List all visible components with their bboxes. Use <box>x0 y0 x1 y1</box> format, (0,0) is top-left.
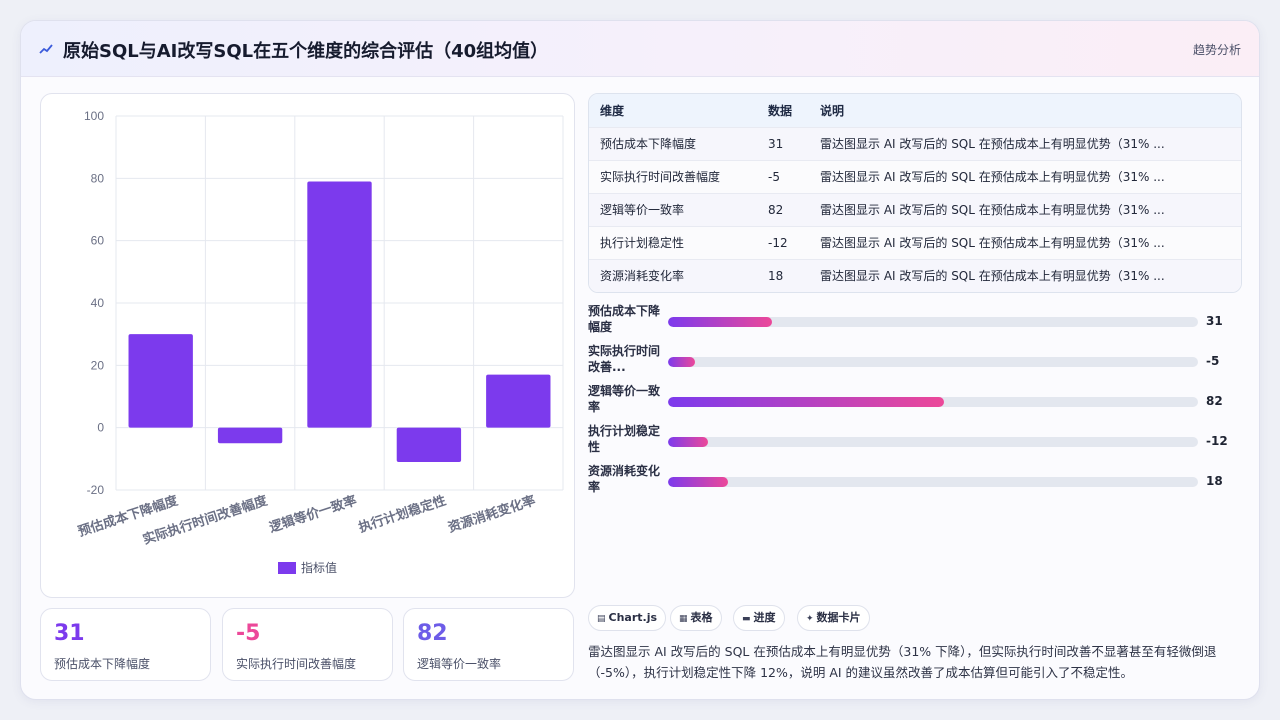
bar-chart-panel: 100 80 60 40 20 0 -20 预估成本下降幅度 实际执行时间改善幅度 逻辑等价一致率… <box>40 93 575 598</box>
progress-value: 31 <box>1206 314 1223 328</box>
table-cell: 18 <box>757 258 809 292</box>
header-bar: 原始SQL与AI改写SQL在五个维度的综合评估（40组均值） 趋势分析 <box>21 21 1259 77</box>
y-tick-label: 20 <box>91 358 105 372</box>
table-cell: -5 <box>757 159 809 193</box>
progress-value: -12 <box>1206 434 1228 448</box>
table-cell: 雷达图显示 AI 改写后的 SQL 在预估成本上有明显优势（31% ... <box>809 192 1241 226</box>
progress-icon: ▬ <box>742 614 751 624</box>
y-tick-label: 80 <box>91 171 105 185</box>
table-row: 实际执行时间改善幅度 -5 雷达图显示 AI 改写后的 SQL 在预估成本上有明… <box>589 159 1241 193</box>
progress-fill <box>668 477 729 487</box>
chip-label: 进度 <box>753 611 776 624</box>
legend-swatch <box>278 562 296 574</box>
trend-analysis-link[interactable]: 趋势分析 <box>1193 41 1241 58</box>
table-row: 预估成本下降幅度 31 雷达图显示 AI 改写后的 SQL 在预估成本上有明显优… <box>589 126 1241 160</box>
table-row: 逻辑等价一致率 82 雷达图显示 AI 改写后的 SQL 在预估成本上有明显优势… <box>589 192 1241 226</box>
table-cell: 执行计划稳定性 <box>589 225 757 259</box>
chip-table[interactable]: ▦ 表格 <box>670 605 722 631</box>
data-table: 维度 数据 说明 预估成本下降幅度 31 雷达图显示 AI 改写后的 SQL 在… <box>589 94 1241 292</box>
table-cell: 雷达图显示 AI 改写后的 SQL 在预估成本上有明显优势（31% ... <box>809 225 1241 259</box>
stat-label: 预估成本下降幅度 <box>54 657 151 671</box>
progress-row: 资源消耗变化率 18 <box>588 463 1248 499</box>
progress-label: 预估成本下降幅度 <box>588 304 661 334</box>
table-cell: -12 <box>757 225 809 259</box>
progress-list: 预估成本下降幅度 31 实际执行时间改善... -5 逻辑等价一致率 82 执行… <box>588 303 1248 503</box>
progress-track <box>668 317 1198 327</box>
progress-fill <box>668 317 772 327</box>
stat-card-1: 31 预估成本下降幅度 <box>40 608 211 681</box>
summary-text: 雷达图显示 AI 改写后的 SQL 在预估成本上有明显优势（31% 下降），但实… <box>588 644 1217 680</box>
x-tick-label: 逻辑等价一致率 <box>267 493 358 535</box>
progress-value: 18 <box>1206 474 1223 488</box>
table-cell: 预估成本下降幅度 <box>589 126 757 160</box>
progress-row: 实际执行时间改善... -5 <box>588 343 1248 379</box>
chip-label: 表格 <box>690 611 713 624</box>
column-header: 说明 <box>820 103 845 118</box>
stat-value: 31 <box>54 621 85 646</box>
trend-line-icon <box>39 44 53 54</box>
y-tick-label: 40 <box>91 296 105 310</box>
chip-data-cards[interactable]: ✦ 数据卡片 <box>797 605 870 631</box>
bar-chart: 100806040200-20预估成本下降幅度实际执行时间改善幅度逻辑等价一致率… <box>76 109 564 575</box>
x-tick-label: 执行计划稳定性 <box>357 493 448 535</box>
column-header: 维度 <box>600 103 625 118</box>
x-tick-label: 资源消耗变化率 <box>446 493 537 535</box>
bar <box>307 181 372 428</box>
table-cell: 逻辑等价一致率 <box>589 192 757 226</box>
chip-chartjs[interactable]: ▤ Chart.js <box>588 605 667 631</box>
stat-label: 实际执行时间改善幅度 <box>236 657 357 671</box>
table-row: 资源消耗变化率 18 雷达图显示 AI 改写后的 SQL 在预估成本上有明显优势… <box>589 258 1241 292</box>
progress-label: 逻辑等价一致率 <box>588 384 661 414</box>
table-row: 执行计划稳定性 -12 雷达图显示 AI 改写后的 SQL 在预估成本上有明显优… <box>589 225 1241 259</box>
stat-card-2: -5 实际执行时间改善幅度 <box>222 608 393 681</box>
progress-value: -5 <box>1206 354 1220 368</box>
data-table-panel: 维度 数据 说明 预估成本下降幅度 31 雷达图显示 AI 改写后的 SQL 在… <box>588 93 1242 293</box>
stat-label: 逻辑等价一致率 <box>417 657 502 671</box>
y-tick-label: 60 <box>91 234 105 248</box>
table-cell: 雷达图显示 AI 改写后的 SQL 在预估成本上有明显优势（31% ... <box>809 126 1241 160</box>
progress-track <box>668 477 1198 487</box>
table-icon: ▦ <box>679 614 688 624</box>
y-tick-label: 100 <box>84 109 104 123</box>
sparkle-icon: ✦ <box>806 614 814 624</box>
progress-label: 资源消耗变化率 <box>588 464 661 494</box>
bar <box>486 374 551 428</box>
chip-progress[interactable]: ▬ 进度 <box>733 605 785 631</box>
legend-label: 指标值 <box>301 560 337 575</box>
page-title: 原始SQL与AI改写SQL在五个维度的综合评估（40组均值） <box>63 41 549 62</box>
stat-value: 82 <box>417 621 448 646</box>
progress-row: 执行计划稳定性 -12 <box>588 423 1248 459</box>
chart-icon: ▤ <box>597 614 606 624</box>
progress-track <box>668 397 1198 407</box>
bar <box>217 427 283 444</box>
progress-row: 预估成本下降幅度 31 <box>588 303 1248 339</box>
stat-value: -5 <box>236 621 261 646</box>
table-cell: 资源消耗变化率 <box>589 258 757 292</box>
table-cell: 雷达图显示 AI 改写后的 SQL 在预估成本上有明显优势（31% ... <box>809 159 1241 193</box>
bar <box>128 334 193 428</box>
table-cell: 雷达图显示 AI 改写后的 SQL 在预估成本上有明显优势（31% ... <box>809 258 1241 292</box>
progress-fill <box>668 437 708 447</box>
y-tick-label: 0 <box>97 421 104 435</box>
stat-card-3: 82 逻辑等价一致率 <box>403 608 574 681</box>
progress-track <box>668 437 1198 447</box>
dashboard-card: 原始SQL与AI改写SQL在五个维度的综合评估（40组均值） 趋势分析 100 8… <box>20 20 1260 700</box>
chip-label: Chart.js <box>608 611 658 624</box>
table-cell: 实际执行时间改善幅度 <box>589 159 757 193</box>
progress-fill <box>668 357 695 367</box>
column-header: 数据 <box>768 103 793 118</box>
bar <box>396 427 462 462</box>
y-tick-label: -20 <box>87 483 105 497</box>
table-header-row: 维度 数据 说明 <box>589 94 1241 127</box>
table-cell: 82 <box>757 192 809 226</box>
table-cell: 31 <box>757 126 809 160</box>
progress-label: 执行计划稳定性 <box>588 424 661 454</box>
progress-row: 逻辑等价一致率 82 <box>588 383 1248 419</box>
progress-value: 82 <box>1206 394 1223 408</box>
chip-label: 数据卡片 <box>816 611 861 624</box>
progress-track <box>668 357 1198 367</box>
progress-fill <box>668 397 944 407</box>
progress-label: 实际执行时间改善... <box>588 344 661 374</box>
